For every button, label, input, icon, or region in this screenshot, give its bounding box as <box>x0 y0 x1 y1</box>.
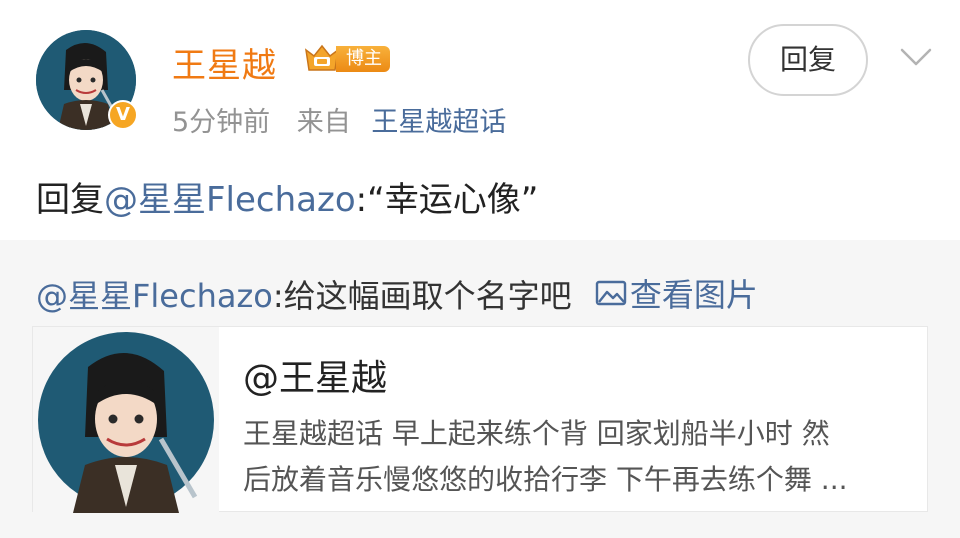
source-label: 来自 <box>296 107 351 138</box>
blogger-badge[interactable]: 博主 <box>302 42 390 76</box>
reply-body: :“幸运心像” <box>355 180 539 220</box>
quoted-mention-link[interactable]: @星星Flechazo <box>36 277 273 315</box>
post-header: V 王星越 博主 5分钟前 来自 王星越超话 回复 <box>0 0 960 150</box>
card-description: 王星越超话 早上起来练个背 回家划船半小时 然 后放着音乐慢悠悠的收拾行李 下午… <box>243 411 919 503</box>
view-image-label: 查看图片 <box>629 276 758 314</box>
reply-prefix: 回复 <box>36 180 104 220</box>
card-title: @王星越 <box>243 358 388 399</box>
view-image-link[interactable]: 查看图片 <box>594 270 758 316</box>
card-avatar-illustration-icon <box>33 327 219 513</box>
username[interactable]: 王星越 <box>172 38 277 87</box>
reply-button[interactable]: 回复 <box>748 24 868 96</box>
post-time: 5分钟前 <box>172 107 271 138</box>
reply-content: 回复@星星Flechazo:“幸运心像” <box>36 172 538 221</box>
blogger-badge-label: 博主 <box>336 46 390 72</box>
quoted-text: @星星Flechazo:给这幅画取个名字吧 查看图片 <box>36 270 758 317</box>
reply-mention-link[interactable]: @星星Flechazo <box>104 180 356 220</box>
avatar-container[interactable]: V <box>36 30 138 130</box>
verified-badge-icon: V <box>108 100 138 130</box>
source-link[interactable]: 王星越超话 <box>371 107 506 138</box>
quoted-body: :给这幅画取个名字吧 <box>272 277 572 315</box>
linked-card[interactable]: @王星越 王星越超话 早上起来练个背 回家划船半小时 然 后放着音乐慢悠悠的收拾… <box>32 326 928 513</box>
card-description-line: 后放着音乐慢悠悠的收拾行李 下午再去练个舞 ... <box>243 463 848 496</box>
quoted-post[interactable]: @星星Flechazo:给这幅画取个名字吧 查看图片 @王星越 王星越超话 早上… <box>0 240 960 538</box>
card-description-line: 王星越超话 早上起来练个背 回家划船半小时 然 <box>243 417 830 450</box>
post-meta: 5分钟前 来自 王星越超话 <box>172 100 506 139</box>
image-icon <box>595 280 627 306</box>
card-avatar <box>33 327 219 513</box>
chevron-down-icon[interactable] <box>896 42 936 70</box>
